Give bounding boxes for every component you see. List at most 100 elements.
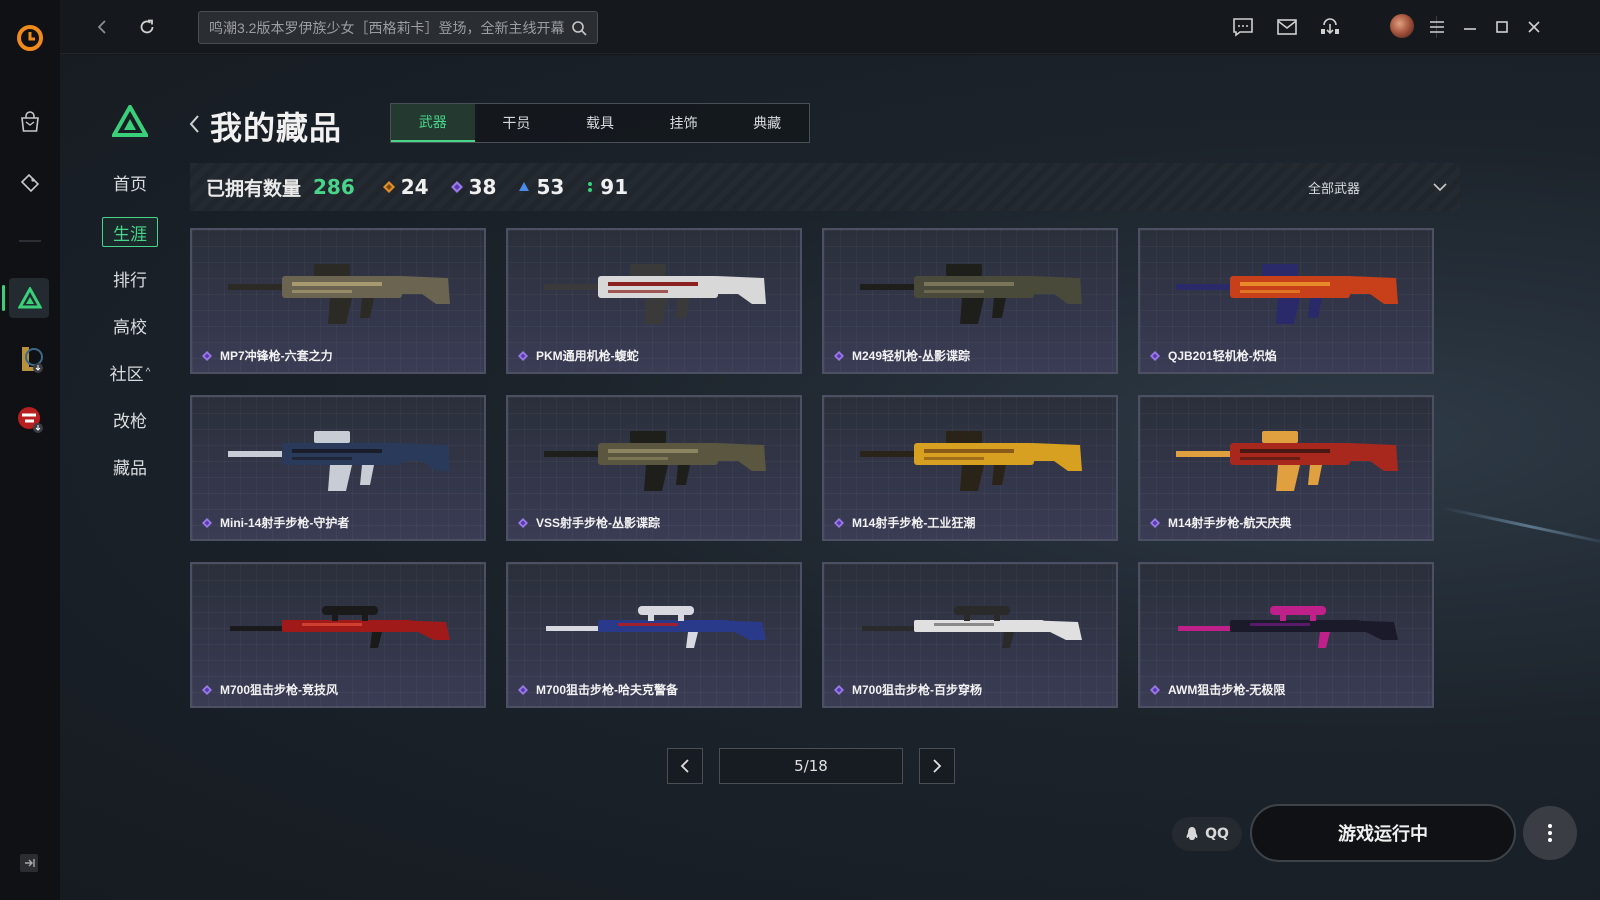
weapon-name-row: M700狙击步枪-百步穿杨 bbox=[834, 681, 982, 698]
download-icon[interactable] bbox=[1315, 12, 1345, 42]
maximize-icon[interactable] bbox=[1487, 12, 1517, 42]
weapon-name-row: Mini-14射手步枪-守护者 bbox=[202, 514, 349, 531]
weapon-name: M700狙击步枪-百步穿杨 bbox=[852, 683, 983, 697]
tier-stat-blue: 53 bbox=[518, 175, 564, 199]
weapon-card[interactable]: M700狙击步枪-百步穿杨 bbox=[822, 562, 1118, 708]
rarity-gem-icon bbox=[202, 684, 212, 695]
more-vertical-icon bbox=[1548, 824, 1552, 842]
tab-collectibles[interactable]: 典藏 bbox=[725, 104, 809, 142]
weapon-card[interactable]: M700狙击步枪-哈夫克警备 bbox=[506, 562, 802, 708]
qq-penguin-icon bbox=[1186, 827, 1198, 840]
owned-total: 286 bbox=[313, 175, 355, 199]
weapon-image bbox=[546, 606, 766, 648]
nav-item-career[interactable]: 生涯 bbox=[102, 217, 158, 247]
weapon-image bbox=[228, 431, 450, 491]
user-avatar[interactable] bbox=[1390, 14, 1414, 38]
app-logo-icon[interactable] bbox=[0, 16, 60, 60]
weapon-card[interactable]: AWM狙击步枪-无极限 bbox=[1138, 562, 1434, 708]
weapon-name: M700狙击步枪-竞技风 bbox=[220, 683, 339, 697]
chevron-left-icon bbox=[680, 759, 689, 773]
tab-weapons[interactable]: 武器 bbox=[391, 104, 475, 142]
weapon-card[interactable]: PKM通用机枪-蝮蛇 bbox=[506, 228, 802, 374]
weapon-name: M14射手步枪-工业狂潮 bbox=[852, 516, 976, 530]
weapon-card[interactable]: MP7冲锋枪-六套之力 bbox=[190, 228, 486, 374]
mail-icon[interactable] bbox=[1272, 12, 1302, 42]
weapon-card[interactable]: M249轻机枪-丛影谍踪 bbox=[822, 228, 1118, 374]
chevron-right-icon bbox=[933, 759, 942, 773]
category-tabs: 武器 干员 载具 挂饰 典藏 bbox=[390, 103, 810, 143]
weapon-name: MP7冲锋枪-六套之力 bbox=[220, 349, 333, 363]
weapon-image bbox=[862, 606, 1082, 648]
search-box[interactable] bbox=[198, 11, 598, 44]
weapon-card[interactable]: VSS射手步枪-丛影谍踪 bbox=[506, 395, 802, 541]
nav-item-gunsmith[interactable]: 改枪 bbox=[100, 404, 160, 434]
rarity-gem-icon bbox=[834, 517, 844, 528]
nav-item-community[interactable]: 社区 ^ bbox=[100, 357, 160, 387]
tab-operators[interactable]: 干员 bbox=[475, 104, 559, 142]
menu-icon[interactable] bbox=[1422, 12, 1452, 42]
tier-count: 91 bbox=[600, 175, 629, 199]
rarity-gem-icon bbox=[518, 684, 528, 695]
nav-item-community-label: 社区 bbox=[109, 364, 144, 384]
rarity-gem-icon bbox=[518, 517, 528, 528]
weapon-image bbox=[860, 431, 1082, 491]
refresh-icon[interactable] bbox=[132, 12, 162, 42]
weapon-card[interactable]: QJB201轻机枪-炽焰 bbox=[1138, 228, 1434, 374]
tier-stat-purple: 38 bbox=[450, 175, 496, 199]
nav-item-home[interactable]: 首页 bbox=[100, 167, 160, 197]
weapon-name-row: VSS射手步枪-丛影谍踪 bbox=[518, 514, 660, 531]
weapon-name: M700狙击步枪-哈夫克警备 bbox=[536, 683, 679, 697]
store-bag-icon[interactable] bbox=[0, 100, 60, 144]
search-icon[interactable] bbox=[571, 20, 587, 36]
delta-force-game-icon[interactable] bbox=[0, 276, 60, 320]
expand-rail-icon[interactable] bbox=[19, 853, 39, 877]
search-input[interactable] bbox=[209, 19, 571, 36]
weapon-image bbox=[1176, 431, 1398, 491]
owned-count-label: 已拥有数量 bbox=[206, 178, 302, 200]
weapon-filter-dropdown[interactable]: 全部武器 bbox=[1308, 163, 1448, 211]
nav-item-collection[interactable]: 藏品 bbox=[100, 451, 160, 481]
back-chevron-icon[interactable] bbox=[188, 113, 202, 139]
tier-count: 24 bbox=[400, 175, 429, 199]
weapon-card[interactable]: M700狙击步枪-竞技风 bbox=[190, 562, 486, 708]
tier-count: 53 bbox=[536, 175, 565, 199]
blue-gem-icon bbox=[519, 182, 530, 191]
weapon-card[interactable]: M14射手步枪-工业狂潮 bbox=[822, 395, 1118, 541]
purple-gem-icon bbox=[450, 181, 463, 193]
filter-label: 全部武器 bbox=[1308, 180, 1361, 196]
game-running-button[interactable]: 游戏运行中 bbox=[1250, 804, 1516, 862]
minimize-icon[interactable] bbox=[1455, 12, 1485, 42]
more-options-button[interactable] bbox=[1523, 806, 1577, 860]
background-light-streak bbox=[1441, 506, 1600, 547]
league-game-icon[interactable] bbox=[0, 337, 60, 381]
tab-vehicles[interactable]: 载具 bbox=[558, 104, 642, 142]
tab-charms[interactable]: 挂饰 bbox=[642, 104, 726, 142]
weapon-name-row: PKM通用机枪-蝮蛇 bbox=[518, 347, 639, 364]
weapon-name-row: MP7冲锋枪-六套之力 bbox=[202, 347, 333, 364]
weapon-image bbox=[1176, 264, 1398, 324]
gamepad-icon[interactable] bbox=[0, 160, 60, 204]
weapon-image bbox=[230, 606, 450, 648]
page-header: 我的藏品 bbox=[188, 103, 342, 149]
weapon-name-row: M700狙击步枪-竞技风 bbox=[202, 681, 338, 698]
pagination: 5/18 bbox=[667, 748, 955, 784]
weapon-name-row: QJB201轻机枪-炽焰 bbox=[1150, 347, 1277, 364]
chevron-up-icon: ^ bbox=[145, 366, 151, 378]
orange-gem-icon bbox=[382, 181, 395, 193]
weapon-card[interactable]: Mini-14射手步枪-守护者 bbox=[190, 395, 486, 541]
prev-page-button[interactable] bbox=[667, 748, 703, 784]
crossfire-game-icon[interactable] bbox=[0, 397, 60, 441]
nav-item-school[interactable]: 高校 bbox=[100, 310, 160, 340]
weapon-name: M249轻机枪-丛影谍踪 bbox=[852, 349, 971, 363]
weapon-name-row: M14射手步枪-工业狂潮 bbox=[834, 514, 975, 531]
chat-icon[interactable] bbox=[1228, 12, 1258, 42]
green-gem-icon bbox=[588, 182, 593, 192]
weapon-card[interactable]: M14射手步枪-航天庆典 bbox=[1138, 395, 1434, 541]
next-page-button[interactable] bbox=[919, 748, 955, 784]
rarity-gem-icon bbox=[202, 517, 212, 528]
nav-item-ranking[interactable]: 排行 bbox=[100, 263, 160, 293]
app-rail bbox=[0, 0, 60, 900]
close-icon[interactable] bbox=[1519, 12, 1549, 42]
back-icon[interactable] bbox=[88, 12, 118, 42]
qq-login-button[interactable]: QQ bbox=[1172, 817, 1242, 851]
